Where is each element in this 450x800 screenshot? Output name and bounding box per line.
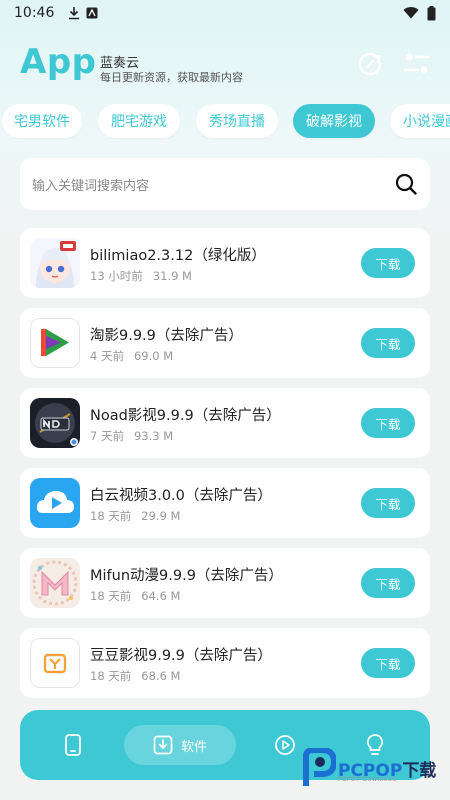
item-size: 68.6 M — [141, 669, 181, 683]
cloud-video-icon — [30, 478, 80, 528]
tab-zhainan-software[interactable]: 宅男软件 — [2, 104, 82, 138]
item-meta: 18 天前 64.6 M — [90, 588, 180, 604]
list-item[interactable]: Mifun动漫9.9.9（去除广告） 18 天前 64.6 M 下载 — [20, 548, 430, 618]
item-time: 7 天前 — [90, 429, 124, 443]
item-time: 18 天前 — [90, 509, 132, 523]
tab-xiuchang-live[interactable]: 秀场直播 — [196, 104, 278, 138]
item-time: 18 天前 — [90, 589, 132, 603]
pcpop-logo-icon — [303, 748, 336, 786]
taoying-icon — [30, 318, 80, 368]
play-icon — [275, 735, 295, 755]
app-logo: App — [20, 42, 97, 82]
bilimiao-icon — [30, 238, 80, 288]
item-size: 69.0 M — [133, 349, 174, 363]
refresh-icon[interactable] — [356, 50, 384, 78]
list-item[interactable]: Noad影视9.9.9（去除广告） 7 天前 93.3 M 下载 — [20, 388, 430, 458]
item-title: 白云视频3.0.0（去除广告） — [90, 488, 272, 504]
list-item[interactable]: 淘影9.9.9（去除广告） 4 天前 69.0 M 下载 — [20, 308, 430, 378]
item-size: 64.6 M — [141, 589, 181, 603]
tab-pojie-video[interactable]: 破解影视 — [293, 104, 375, 138]
nav-phone[interactable] — [58, 710, 88, 780]
item-size: 31.9 M — [152, 269, 192, 283]
list-item[interactable]: bilimiao2.3.12（绿化版） 13 小时前 31.9 M 下载 — [20, 228, 430, 298]
status-bar: 10:46 — [0, 0, 450, 26]
status-time: 10:46 — [14, 5, 55, 21]
doudou-icon — [30, 638, 80, 688]
mifun-icon — [30, 558, 80, 608]
list-item[interactable]: 白云视频3.0.0（去除广告） 18 天前 29.9 M 下载 — [20, 468, 430, 538]
download-button[interactable]: 下载 — [361, 328, 415, 358]
nav-video[interactable] — [270, 710, 300, 780]
nav-software[interactable]: 软件 — [124, 725, 236, 765]
battery-icon — [427, 5, 436, 20]
list-item[interactable]: 豆豆影视9.9.9（去除广告） 18 天前 68.6 M 下载 — [20, 628, 430, 698]
category-tabs: 宅男软件 肥宅游戏 秀场直播 破解影视 小说漫画 — [0, 104, 450, 140]
watermark-subtext: PCPOP Download — [338, 776, 397, 783]
download-button[interactable]: 下载 — [361, 408, 415, 438]
watermark-logo: PCPOP下载 PCPOP Download — [302, 748, 446, 788]
item-time: 18 天前 — [90, 669, 132, 683]
app-header: App 蓝奏云 每日更新资源，获取最新内容 — [0, 40, 450, 90]
tab-feizhai-games[interactable]: 肥宅游戏 — [98, 104, 180, 138]
download-button[interactable]: 下载 — [361, 248, 415, 278]
download-button[interactable]: 下载 — [361, 568, 415, 598]
tab-novel-comics[interactable]: 小说漫画 — [390, 104, 450, 138]
download-button[interactable]: 下载 — [361, 488, 415, 518]
search-input[interactable]: 输入关键词搜索内容 — [20, 158, 430, 210]
item-time: 4 天前 — [90, 349, 124, 363]
download-notification-icon — [69, 7, 80, 20]
search-icon[interactable] — [394, 172, 418, 196]
app-subtitle: 每日更新资源，获取最新内容 — [100, 71, 243, 84]
app-notification-icon — [86, 7, 98, 19]
item-meta: 18 天前 29.9 M — [90, 508, 180, 524]
item-title: bilimiao2.3.12（绿化版） — [90, 248, 266, 264]
nav-software-label: 软件 — [180, 739, 207, 755]
phone-icon — [65, 734, 81, 756]
item-meta: 18 天前 68.6 M — [90, 668, 180, 684]
watermark-suffix: 下载 — [402, 760, 437, 781]
item-title: 豆豆影视9.9.9（去除广告） — [90, 648, 272, 664]
item-meta: 13 小时前 31.9 M — [90, 268, 192, 284]
item-size: 29.9 M — [141, 509, 181, 523]
item-title: 淘影9.9.9（去除广告） — [90, 328, 243, 344]
item-title: Mifun动漫9.9.9（去除广告） — [90, 568, 283, 584]
settings-sliders-icon[interactable] — [402, 50, 430, 78]
wifi-icon — [403, 7, 419, 19]
item-meta: 7 天前 93.3 M — [90, 428, 173, 444]
item-time: 13 小时前 — [90, 269, 143, 283]
item-size: 93.3 M — [133, 429, 174, 443]
noad-icon — [30, 398, 80, 448]
item-meta: 4 天前 69.0 M — [90, 348, 173, 364]
download-icon — [153, 735, 173, 755]
download-button[interactable]: 下载 — [361, 648, 415, 678]
item-title: Noad影视9.9.9（去除广告） — [90, 408, 281, 424]
search-placeholder: 输入关键词搜索内容 — [32, 178, 150, 194]
